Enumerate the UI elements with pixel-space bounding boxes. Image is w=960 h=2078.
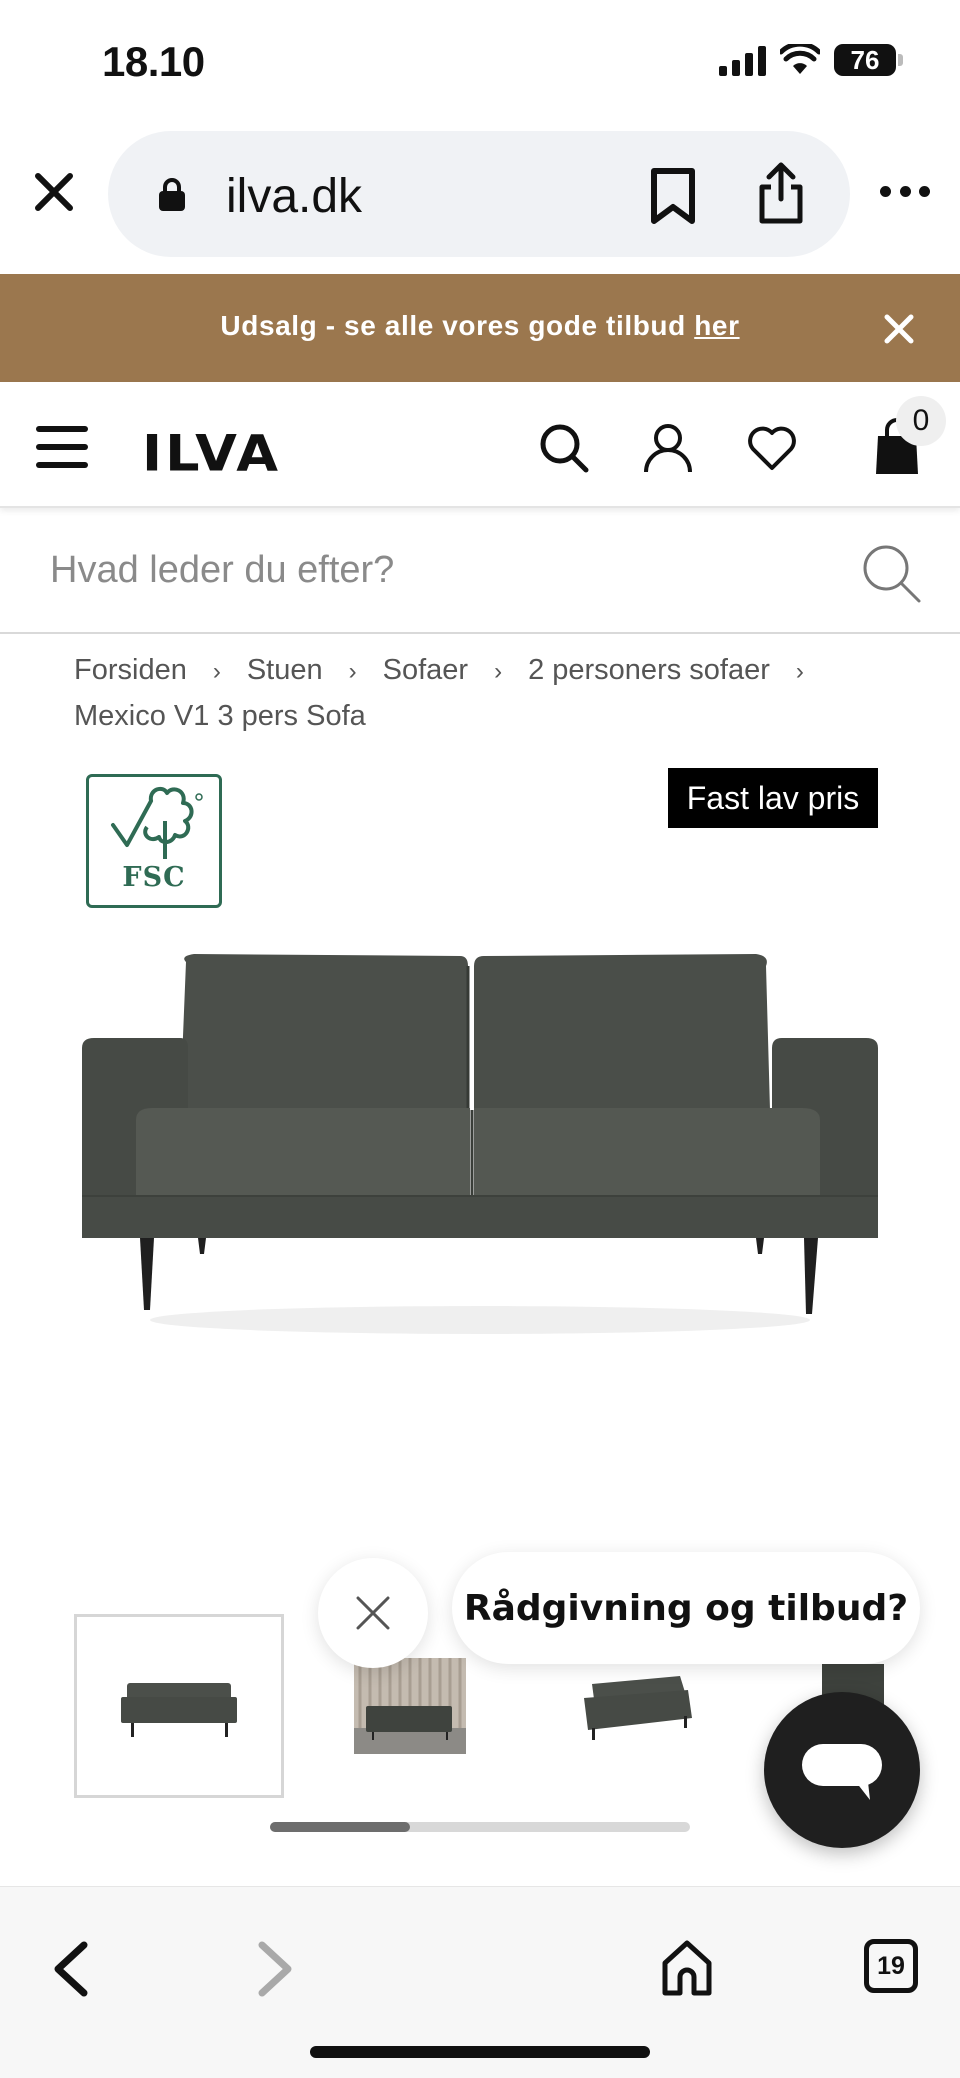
promo-banner: Udsalg - se alle vores gode tilbud her — [0, 274, 960, 382]
chat-bubble-icon — [802, 1744, 882, 1800]
sofa-product-image[interactable] — [76, 950, 884, 1342]
status-time: 18.10 — [102, 38, 205, 85]
promo-text: Udsalg - se alle vores gode tilbud her — [0, 310, 960, 342]
product-thumbnail[interactable] — [74, 1614, 284, 1798]
close-banner-icon[interactable] — [884, 314, 914, 344]
heart-icon[interactable] — [746, 422, 798, 474]
chat-launcher-button[interactable] — [764, 1692, 920, 1848]
search-submit-icon[interactable] — [860, 542, 922, 604]
fsc-label: FSC — [122, 862, 186, 893]
promo-link[interactable]: her — [694, 310, 739, 341]
breadcrumb-item[interactable]: Sofaer — [383, 654, 468, 686]
forward-arrow-icon[interactable] — [254, 1939, 298, 1999]
share-icon[interactable] — [756, 161, 806, 225]
sofa-angle-thumbnail-image — [584, 1676, 692, 1740]
back-arrow-icon[interactable] — [48, 1939, 92, 1999]
chat-close-button[interactable] — [318, 1558, 428, 1668]
battery-level: 76 — [850, 44, 880, 75]
tab-count: 19 — [877, 1951, 905, 1980]
breadcrumb-separator-icon: › — [348, 658, 357, 685]
breadcrumb-separator-icon: › — [494, 658, 503, 685]
breadcrumb: Forsiden › Stuen › Sofaer › 2 personers sofaer… — [74, 648, 894, 738]
lock-icon — [159, 178, 185, 211]
menu-icon[interactable] — [36, 426, 88, 468]
sofa-thumbnail-image — [121, 1683, 237, 1737]
price-badge: Fast lav pris — [668, 768, 878, 828]
battery-icon: 76 — [834, 44, 903, 76]
breadcrumb-separator-icon: › — [795, 658, 804, 685]
product-thumbnail[interactable] — [576, 1660, 698, 1750]
home-indicator — [310, 2046, 650, 2058]
account-icon[interactable] — [642, 422, 694, 474]
thumbnail-scrollbar-thumb[interactable] — [270, 1822, 410, 1832]
more-icon[interactable] — [880, 186, 930, 200]
search-bar — [0, 508, 960, 634]
thumbnail-scrollbar[interactable] — [270, 1822, 690, 1832]
breadcrumb-item[interactable]: Forsiden — [74, 654, 187, 686]
breadcrumb-separator-icon: › — [212, 658, 221, 685]
url-field[interactable]: ilva.dk — [108, 131, 850, 257]
bookmark-icon[interactable] — [648, 167, 698, 225]
breadcrumb-item[interactable]: 2 personers sofaer — [528, 654, 770, 686]
fsc-certification-badge: FSC — [86, 774, 222, 908]
fsc-tree-logo-icon — [111, 786, 203, 859]
cart-count-badge: 0 — [896, 396, 946, 446]
close-icon[interactable] — [30, 168, 78, 216]
home-icon[interactable] — [660, 1937, 714, 1997]
url-text: ilva.dk — [226, 170, 363, 223]
status-bar: 18.10 76 — [0, 0, 960, 128]
chat-prompt-bubble[interactable]: Rådgivning og tilbud? — [452, 1552, 920, 1664]
cellular-signal-icon — [719, 44, 766, 76]
product-thumbnail[interactable] — [354, 1658, 466, 1754]
search-input[interactable] — [0, 508, 960, 632]
tabs-icon[interactable]: 19 — [864, 1939, 918, 1993]
close-icon — [356, 1596, 390, 1630]
browser-address-bar: ilva.dk — [0, 128, 960, 274]
status-indicators: 76 — [719, 44, 903, 76]
breadcrumb-item[interactable]: Stuen — [247, 654, 323, 686]
site-logo[interactable]: ILVA — [142, 425, 281, 483]
wifi-icon — [780, 44, 820, 74]
promo-message: Udsalg - se alle vores gode tilbud — [220, 310, 695, 341]
site-header: ILVA 0 — [0, 382, 960, 508]
search-icon[interactable] — [538, 422, 590, 474]
sofa-room-thumbnail-image — [354, 1658, 466, 1754]
breadcrumb-current: Mexico V1 3 pers Sofa — [74, 700, 366, 732]
